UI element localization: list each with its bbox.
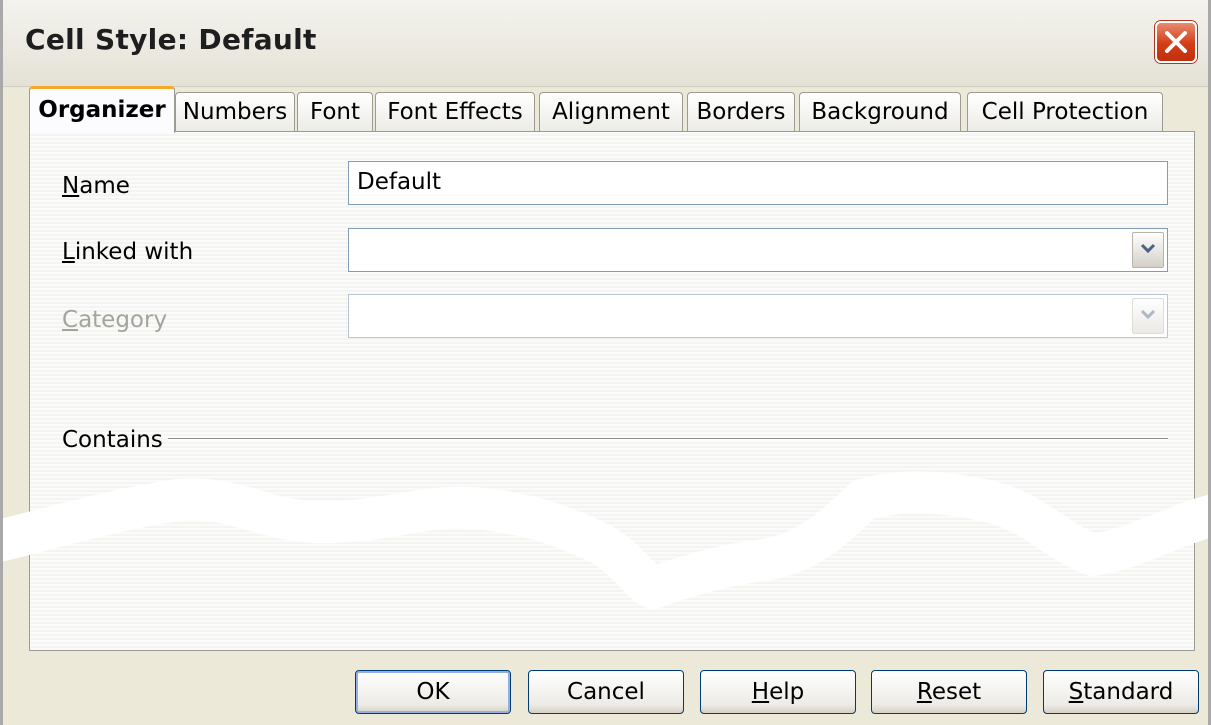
ok-button[interactable]: OK [355, 670, 511, 714]
name-input[interactable]: Default [348, 161, 1168, 205]
standard-button[interactable]: Standard [1043, 670, 1199, 714]
name-input-value: Default [357, 169, 442, 195]
tab-borders[interactable]: Borders [687, 92, 795, 132]
tab-organizer[interactable]: Organizer [29, 86, 175, 133]
category-label-text: ategory [78, 307, 168, 333]
tab-alignment[interactable]: Alignment [539, 92, 683, 132]
linked-with-select[interactable] [348, 228, 1168, 272]
tab-font[interactable]: Font [297, 92, 373, 132]
category-select [348, 294, 1168, 338]
reset-button-text: eset [931, 679, 982, 705]
tab-bar: Organizer Numbers Font Font Effects Alig… [29, 86, 1208, 133]
category-label-mnemonic: C [62, 307, 79, 333]
help-button[interactable]: Help [700, 670, 856, 714]
title-bar[interactable]: Cell Style: Default [3, 0, 1208, 87]
help-button-mnemonic: H [751, 679, 770, 705]
cell-style-dialog: Cell Style: Default Organizer Numbers Fo… [0, 0, 1211, 725]
tab-font-effects[interactable]: Font Effects [375, 92, 535, 132]
close-icon [1165, 31, 1187, 53]
standard-button-text: tandard [1083, 679, 1174, 705]
linked-with-label: Linked with [62, 239, 193, 265]
chevron-down-icon [1140, 309, 1156, 320]
standard-button-mnemonic: S [1068, 679, 1084, 705]
contains-separator [168, 438, 1168, 440]
name-label-mnemonic: N [62, 173, 80, 199]
category-dropdown-button [1132, 298, 1164, 334]
linked-with-label-mnemonic: L [62, 239, 75, 265]
name-label: Name [62, 173, 130, 199]
help-button-text: elp [769, 679, 805, 705]
tab-numbers[interactable]: Numbers [175, 92, 295, 132]
reset-button-mnemonic: R [916, 679, 932, 705]
tab-background[interactable]: Background [799, 92, 961, 132]
cancel-button[interactable]: Cancel [528, 670, 684, 714]
contains-group-label: Contains [62, 427, 163, 453]
name-label-text: ame [79, 173, 130, 199]
linked-with-dropdown-button[interactable] [1132, 232, 1164, 268]
category-label: Category [62, 307, 167, 333]
linked-with-label-text: inked with [74, 239, 194, 265]
redaction-scribble [3, 471, 1208, 609]
dialog-title: Cell Style: Default [25, 23, 317, 56]
tab-cell-protection[interactable]: Cell Protection [967, 92, 1163, 132]
reset-button[interactable]: Reset [871, 670, 1027, 714]
chevron-down-icon [1140, 243, 1156, 254]
close-button[interactable] [1155, 21, 1197, 63]
